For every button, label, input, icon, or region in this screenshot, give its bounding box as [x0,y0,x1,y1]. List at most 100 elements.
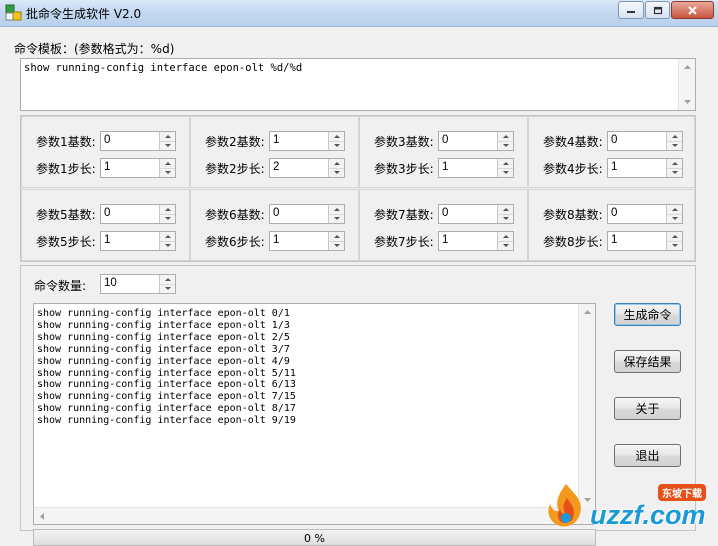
param-8-step-spinner[interactable]: 1 [607,231,683,251]
generate-button[interactable]: 生成命令 [614,303,681,326]
param-6-base-spinner[interactable]: 0 [269,204,345,224]
spin-down-button[interactable] [667,241,682,250]
param-8-step-row: 参数8步长: 1 [543,231,683,251]
spin-down-button[interactable] [160,168,175,177]
param-group-4: 参数4基数: 0 参数4步长: 1 [528,116,695,188]
param-3-base-label: 参数3基数: [374,134,434,149]
param-4-step-spinner[interactable]: 1 [607,158,683,178]
param-1-step-value: 1 [104,161,111,173]
param-1-base-spinner[interactable]: 0 [100,131,176,151]
spin-down-button[interactable] [329,168,344,177]
spin-up-icon [502,135,509,138]
scroll-up-button[interactable] [679,59,695,75]
scroll-left-button[interactable] [34,508,50,524]
title-bar[interactable]: 批命令生成软件 V2.0 [0,0,718,27]
scroll-down-button[interactable] [679,94,695,110]
spin-down-button[interactable] [667,214,682,223]
scroll-up-button[interactable] [579,304,595,320]
param-6-step-spinner[interactable]: 1 [269,231,345,251]
spin-down-button[interactable] [160,241,175,250]
param-4-base-spinner[interactable]: 0 [607,131,683,151]
spin-down-button[interactable] [329,141,344,150]
param-7-base-row: 参数7基数: 0 [374,204,514,224]
spin-down-button[interactable] [498,241,513,250]
spin-down-button[interactable] [160,284,175,293]
output-line: show running-config interface epon-olt 1… [37,319,290,331]
watermark-tag: 东坡下载 [658,484,706,501]
param-7-base-value: 0 [442,207,449,219]
spin-down-icon [164,287,171,290]
spin-up-icon [333,162,340,165]
close-button[interactable] [671,1,714,19]
spin-down-button[interactable] [498,168,513,177]
spin-down-button[interactable] [667,141,682,150]
spin-down-button[interactable] [498,141,513,150]
param-6-base-label: 参数6基数: [205,207,265,222]
param-5-step-value: 1 [104,234,111,246]
exit-button[interactable]: 退出 [614,444,681,467]
spin-down-button[interactable] [329,241,344,250]
template-scrollbar[interactable] [678,59,695,110]
arrow-down-icon [683,100,691,104]
param-5-base-value: 0 [104,207,111,219]
param-7-base-spinner[interactable]: 0 [438,204,514,224]
spin-down-button[interactable] [498,214,513,223]
flame-logo-icon [548,484,581,527]
param-8-base-spinner[interactable]: 0 [607,204,683,224]
spin-up-icon [502,235,509,238]
spin-up-icon [164,235,171,238]
about-button[interactable]: 关于 [614,397,681,420]
spin-down-icon [333,217,340,220]
spin-down-button[interactable] [160,214,175,223]
param-6-base-value: 0 [273,207,280,219]
output-textarea[interactable]: show running-config interface epon-olt 0… [33,303,596,525]
watermark-site-text: uzzf.com [590,500,706,530]
command-count-label: 命令数量: [34,279,87,293]
window-title: 批命令生成软件 V2.0 [26,7,142,21]
param-3-base-spinner[interactable]: 0 [438,131,514,151]
param-1-step-spinner[interactable]: 1 [100,158,176,178]
spin-down-icon [164,217,171,220]
param-5-base-row: 参数5基数: 0 [36,204,176,224]
spin-up-icon [671,162,678,165]
spin-down-icon [333,144,340,147]
spin-down-icon [671,244,678,247]
param-2-step-spinner[interactable]: 2 [269,158,345,178]
spin-down-button[interactable] [329,214,344,223]
param-6-step-value: 1 [273,234,280,246]
param-8-base-label: 参数8基数: [543,207,603,222]
param-5-base-spinner[interactable]: 0 [100,204,176,224]
save-button[interactable]: 保存结果 [614,350,681,373]
param-2-step-label: 参数2步长: [205,161,265,176]
output-line: show running-config interface epon-olt 0… [37,308,290,319]
param-7-step-spinner[interactable]: 1 [438,231,514,251]
param-5-step-label: 参数5步长: [36,234,96,249]
maximize-button[interactable] [645,1,670,19]
param-5-step-spinner[interactable]: 1 [100,231,176,251]
param-6-step-row: 参数6步长: 1 [205,231,345,251]
spin-up-icon [671,135,678,138]
output-horizontal-scrollbar[interactable] [34,507,579,524]
output-line: show running-config interface epon-olt 9… [37,415,296,427]
param-6-base-row: 参数6基数: 0 [205,204,345,224]
spin-down-button[interactable] [160,141,175,150]
spin-up-icon [502,162,509,165]
command-count-spinner[interactable]: 10 [100,274,176,294]
spin-up-icon [502,208,509,211]
param-3-step-row: 参数3步长: 1 [374,158,514,178]
param-3-step-spinner[interactable]: 1 [438,158,514,178]
spin-down-button[interactable] [667,168,682,177]
minimize-button[interactable] [618,1,644,19]
site-watermark: uzzf.com 东坡下载 [540,476,716,538]
param-4-step-label: 参数4步长: [543,161,603,176]
progress-bar: 0 % [33,529,596,546]
spin-up-icon [164,135,171,138]
spin-down-icon [502,171,509,174]
spin-down-icon [671,171,678,174]
template-textarea[interactable]: show running-config interface epon-olt %… [20,58,696,111]
output-line: show running-config interface epon-olt 6… [37,379,296,391]
param-4-base-value: 0 [611,134,618,146]
output-lines: show running-config interface epon-olt 0… [37,308,296,427]
param-2-base-spinner[interactable]: 1 [269,131,345,151]
param-3-step-label: 参数3步长: [374,161,434,176]
